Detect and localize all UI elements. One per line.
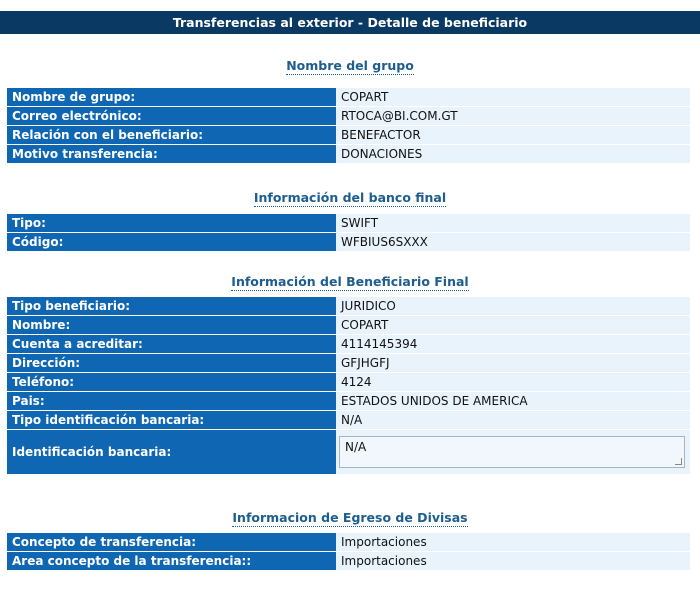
row-value: GFJHGFJ: [336, 353, 690, 373]
row-label: Relación con el beneficiario:: [7, 125, 336, 145]
row-value: COPART: [336, 88, 690, 107]
identificacion-bancaria-textarea[interactable]: N/A: [339, 436, 685, 468]
row-value: BENEFACTOR: [336, 125, 690, 145]
row-value: Importaciones: [336, 533, 690, 552]
table-row: Tipo: SWIFT: [7, 214, 690, 233]
banco-table: Tipo: SWIFT Código: WFBIUS6SXXX: [7, 214, 690, 252]
table-row: Identificación bancaria: N/A: [7, 429, 690, 475]
divisas-table: Concepto de transferencia: Importaciones …: [7, 533, 690, 571]
row-label: Identificación bancaria:: [7, 429, 336, 475]
table-row: Pais: ESTADOS UNIDOS DE AMERICA: [7, 391, 690, 411]
section-title-grupo: Nombre del grupo: [286, 58, 414, 75]
table-row: Motivo transferencia: DONACIONES: [7, 144, 690, 164]
section-title-beneficiario: Información del Beneficiario Final: [231, 274, 469, 291]
row-value: Importaciones: [336, 551, 690, 571]
textarea-value: N/A: [345, 440, 367, 454]
row-label: Teléfono:: [7, 372, 336, 392]
table-row: Nombre: COPART: [7, 315, 690, 335]
row-value: RTOCA@BI.COM.GT: [336, 106, 690, 126]
row-value: N/A: [336, 429, 690, 475]
row-label: Motivo transferencia:: [7, 144, 336, 164]
row-label: Correo electrónico:: [7, 106, 336, 126]
row-value: 4124: [336, 372, 690, 392]
table-row: Teléfono: 4124: [7, 372, 690, 392]
table-row: Dirección: GFJHGFJ: [7, 353, 690, 373]
row-value: DONACIONES: [336, 144, 690, 164]
table-row: Tipo identificación bancaria: N/A: [7, 410, 690, 430]
grupo-table: Nombre de grupo: COPART Correo electrónic…: [7, 88, 690, 164]
row-label: Código:: [7, 232, 336, 252]
row-label: Dirección:: [7, 353, 336, 373]
table-row: Código: WFBIUS6SXXX: [7, 232, 690, 252]
table-row: Relación con el beneficiario: BENEFACTOR: [7, 125, 690, 145]
row-label: Nombre:: [7, 315, 336, 335]
row-label: Concepto de transferencia:: [7, 533, 336, 552]
row-value: JURIDICO: [336, 297, 690, 316]
section-title-divisas: Informacion de Egreso de Divisas: [232, 510, 468, 527]
row-label: Nombre de grupo:: [7, 88, 336, 107]
table-row: Nombre de grupo: COPART: [7, 88, 690, 107]
row-value: 4114145394: [336, 334, 690, 354]
row-label: Cuenta a acreditar:: [7, 334, 336, 354]
row-label: Tipo:: [7, 214, 336, 233]
row-label: Tipo identificación bancaria:: [7, 410, 336, 430]
resize-handle-icon[interactable]: [675, 458, 682, 465]
row-value: N/A: [336, 410, 690, 430]
row-value: SWIFT: [336, 214, 690, 233]
page-header: Transferencias al exterior - Detalle de …: [0, 11, 700, 34]
table-row: Correo electrónico: RTOCA@BI.COM.GT: [7, 106, 690, 126]
table-row: Area concepto de la transferencia:: Impor…: [7, 551, 690, 571]
row-value: COPART: [336, 315, 690, 335]
beneficiario-table: Tipo beneficiario: JURIDICO Nombre: COPART…: [7, 297, 690, 475]
row-label: Area concepto de la transferencia::: [7, 551, 336, 571]
row-label: Pais:: [7, 391, 336, 411]
row-label: Tipo beneficiario:: [7, 297, 336, 316]
row-value: ESTADOS UNIDOS DE AMERICA: [336, 391, 690, 411]
table-row: Cuenta a acreditar: 4114145394: [7, 334, 690, 354]
section-title-banco: Información del banco final: [253, 190, 447, 207]
table-row: Concepto de transferencia: Importaciones: [7, 533, 690, 552]
row-value: WFBIUS6SXXX: [336, 232, 690, 252]
table-row: Tipo beneficiario: JURIDICO: [7, 297, 690, 316]
